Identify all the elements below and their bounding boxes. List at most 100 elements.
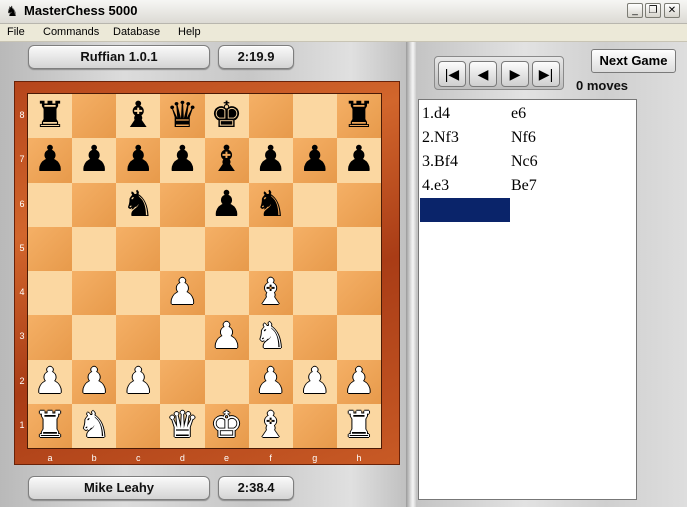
square-g6[interactable] (292, 182, 337, 227)
white-rook-icon[interactable]: ♜ (337, 404, 381, 448)
square-h8[interactable]: ♜ (336, 94, 381, 139)
white-move[interactable]: 1.d4 (422, 105, 450, 123)
square-f3[interactable]: ♞ (248, 315, 293, 360)
previous-move-icon[interactable]: ◀ (469, 61, 497, 87)
minimize-icon[interactable]: _ (627, 3, 643, 18)
square-a2[interactable]: ♟ (28, 359, 73, 404)
square-b6[interactable] (72, 182, 117, 227)
square-e4[interactable] (204, 271, 249, 316)
square-a3[interactable] (28, 315, 73, 360)
black-pawn-icon[interactable]: ♟ (249, 138, 293, 182)
black-move[interactable]: Be7 (511, 177, 537, 195)
current-move-cursor[interactable] (420, 198, 510, 222)
black-knight-icon[interactable]: ♞ (116, 183, 160, 227)
square-d4[interactable]: ♟ (160, 271, 205, 316)
square-f8[interactable] (248, 94, 293, 139)
black-rook-icon[interactable]: ♜ (28, 94, 72, 138)
square-d5[interactable] (160, 226, 205, 271)
square-e8[interactable]: ♚ (204, 94, 249, 139)
black-move[interactable]: e6 (511, 105, 526, 123)
square-e5[interactable] (204, 226, 249, 271)
square-g8[interactable] (292, 94, 337, 139)
square-c5[interactable] (116, 226, 161, 271)
square-c4[interactable] (116, 271, 161, 316)
move-row[interactable]: 1.d4 e6 (419, 102, 638, 126)
square-h1[interactable]: ♜ (336, 403, 381, 448)
black-pawn-icon[interactable]: ♟ (116, 138, 160, 182)
square-e3[interactable]: ♟ (204, 315, 249, 360)
square-b1[interactable]: ♞ (72, 403, 117, 448)
square-a4[interactable] (28, 271, 73, 316)
black-queen-icon[interactable]: ♛ (160, 94, 204, 138)
chess-board[interactable]: ♜ ♝ ♛ ♚ ♜ ♟ ♟ ♟ ♟ ♝ ♟ ♟ ♟ ♞ ♟ ♞ ♟ ♝ ♟ ♞ ♟ ♟ ♟ ♟ ♟ ♟ ♜ ♞ ♛ ♚ ♝ ♜ (27, 93, 382, 449)
white-pawn-icon[interactable]: ♟ (160, 271, 204, 315)
next-move-icon[interactable]: ▶ (501, 61, 529, 87)
square-b4[interactable] (72, 271, 117, 316)
white-pawn-icon[interactable]: ♟ (249, 360, 293, 404)
menu-commands[interactable]: Commands (43, 26, 99, 38)
move-list[interactable]: 1.d4 e6 2.Nf3 Nf6 3.Bf4 Nc6 4.e3 Be7 (418, 99, 637, 500)
square-f7[interactable]: ♟ (248, 138, 293, 183)
square-f6[interactable]: ♞ (248, 182, 293, 227)
square-h2[interactable]: ♟ (336, 359, 381, 404)
square-b2[interactable]: ♟ (72, 359, 117, 404)
square-g4[interactable] (292, 271, 337, 316)
square-b5[interactable] (72, 226, 117, 271)
square-a6[interactable] (28, 182, 73, 227)
square-e2[interactable] (204, 359, 249, 404)
white-pawn-icon[interactable]: ♟ (116, 360, 160, 404)
square-e1[interactable]: ♚ (204, 403, 249, 448)
square-h6[interactable] (336, 182, 381, 227)
square-a1[interactable]: ♜ (28, 403, 73, 448)
square-c8[interactable]: ♝ (116, 94, 161, 139)
square-e7[interactable]: ♝ (204, 138, 249, 183)
square-d1[interactable]: ♛ (160, 403, 205, 448)
square-d2[interactable] (160, 359, 205, 404)
maximize-icon[interactable]: ❐ (645, 3, 661, 18)
square-f4[interactable]: ♝ (248, 271, 293, 316)
black-pawn-icon[interactable]: ♟ (293, 138, 337, 182)
white-knight-icon[interactable]: ♞ (249, 315, 293, 359)
white-queen-icon[interactable]: ♛ (160, 404, 204, 448)
square-c7[interactable]: ♟ (116, 138, 161, 183)
close-icon[interactable]: ✕ (664, 3, 680, 18)
square-d6[interactable] (160, 182, 205, 227)
square-c3[interactable] (116, 315, 161, 360)
move-row[interactable]: 4.e3 Be7 (419, 174, 638, 198)
square-f1[interactable]: ♝ (248, 403, 293, 448)
next-game-button[interactable]: Next Game (591, 49, 676, 73)
square-b7[interactable]: ♟ (72, 138, 117, 183)
square-g7[interactable]: ♟ (292, 138, 337, 183)
square-c6[interactable]: ♞ (116, 182, 161, 227)
black-rook-icon[interactable]: ♜ (337, 94, 381, 138)
square-h3[interactable] (336, 315, 381, 360)
square-g3[interactable] (292, 315, 337, 360)
square-e6[interactable]: ♟ (204, 182, 249, 227)
square-d8[interactable]: ♛ (160, 94, 205, 139)
square-a8[interactable]: ♜ (28, 94, 73, 139)
black-knight-icon[interactable]: ♞ (249, 183, 293, 227)
white-king-icon[interactable]: ♚ (205, 404, 249, 448)
black-king-icon[interactable]: ♚ (205, 94, 249, 138)
white-pawn-icon[interactable]: ♟ (72, 360, 116, 404)
white-pawn-icon[interactable]: ♟ (205, 315, 249, 359)
square-c2[interactable]: ♟ (116, 359, 161, 404)
square-a7[interactable]: ♟ (28, 138, 73, 183)
move-row[interactable]: 3.Bf4 Nc6 (419, 150, 638, 174)
square-g2[interactable]: ♟ (292, 359, 337, 404)
white-move[interactable]: 4.e3 (422, 177, 449, 195)
black-pawn-icon[interactable]: ♟ (337, 138, 381, 182)
square-h5[interactable] (336, 226, 381, 271)
square-a5[interactable] (28, 226, 73, 271)
square-d3[interactable] (160, 315, 205, 360)
square-f2[interactable]: ♟ (248, 359, 293, 404)
black-bishop-icon[interactable]: ♝ (205, 138, 249, 182)
white-move[interactable]: 2.Nf3 (422, 129, 459, 147)
square-f5[interactable] (248, 226, 293, 271)
white-bishop-icon[interactable]: ♝ (249, 271, 293, 315)
first-move-icon[interactable]: |◀ (438, 61, 466, 87)
move-row[interactable]: 2.Nf3 Nf6 (419, 126, 638, 150)
last-move-icon[interactable]: ▶| (532, 61, 560, 87)
black-pawn-icon[interactable]: ♟ (28, 138, 72, 182)
white-pawn-icon[interactable]: ♟ (337, 360, 381, 404)
